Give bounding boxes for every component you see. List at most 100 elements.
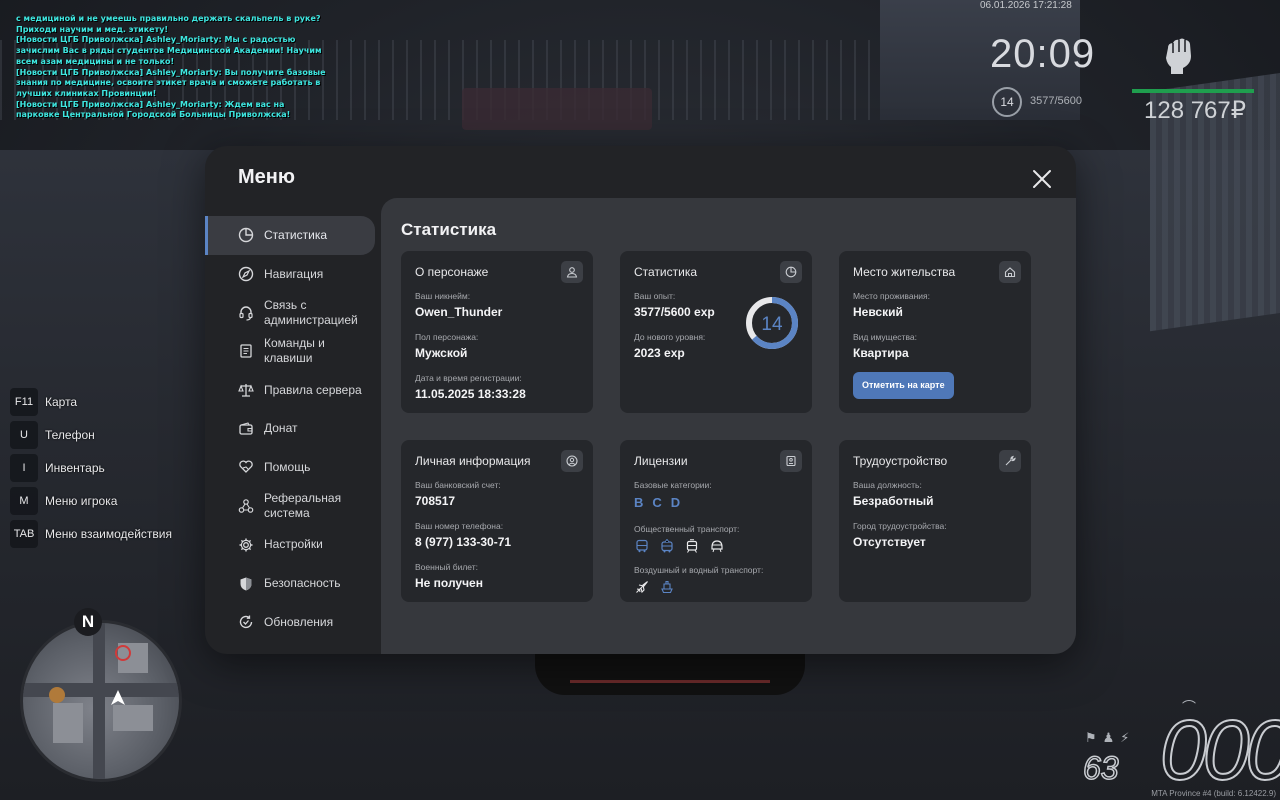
level-progress-ring: 14 — [746, 297, 798, 349]
residence-value: Невский — [853, 305, 903, 319]
sidebar-item-label: Реферальная система — [264, 491, 342, 521]
air-water-licenses — [634, 579, 798, 595]
gear-icon — [237, 536, 255, 554]
sidebar-item-label: Команды и клавиши — [264, 336, 325, 366]
map-poi-icon — [115, 645, 131, 661]
keycap: M — [10, 486, 38, 515]
plane-icon — [634, 579, 650, 595]
bank-account-value: 708517 — [415, 494, 456, 508]
refresh-icon — [237, 613, 255, 631]
keycap: I — [10, 453, 38, 482]
sidebar-item-contact-admin[interactable]: Связь с администрацией — [205, 293, 381, 332]
keybind-phone: U Телефон — [10, 418, 172, 451]
sidebar-item-label: Связь с администрацией — [264, 297, 358, 327]
statistics-content: Статистика О персонаже Ваш никнейм: Owen… — [381, 198, 1076, 654]
nickname-value: Owen_Thunder — [415, 305, 503, 319]
hud-money-bar — [1132, 89, 1254, 93]
sidebar-item-security[interactable]: Безопасность — [205, 564, 381, 603]
field-label: Воздушный и водный транспорт: — [634, 565, 764, 575]
sidebar-item-label: Навигация — [264, 266, 324, 281]
keybind-interaction-menu: TAB Меню взаимодействия — [10, 517, 172, 550]
sidebar-item-help[interactable]: Помощь — [205, 448, 381, 487]
card-title: Трудоустройство — [853, 454, 948, 468]
tram — [462, 88, 652, 130]
minimap — [20, 620, 182, 782]
chat-line: [Новости ЦГБ Приволжска] Ashley_Moriarty… — [16, 99, 291, 120]
field-label: Ваш номер телефона: — [415, 521, 504, 531]
sidebar-item-donate[interactable]: Донат — [205, 409, 381, 448]
keycap: TAB — [10, 519, 38, 548]
sidebar-item-settings[interactable]: Настройки — [205, 526, 381, 565]
menu-title: Меню — [238, 166, 295, 188]
build-info: MTA Province #4 (build: 6.12422.9) — [1151, 789, 1276, 798]
gender-value: Мужской — [415, 346, 468, 360]
map-block — [113, 705, 153, 731]
sidebar-item-label: Настройки — [264, 537, 323, 552]
field-label: Пол персонажа: — [415, 332, 479, 342]
fist-icon — [1166, 38, 1191, 74]
sidebar-item-updates[interactable]: Обновления — [205, 603, 381, 642]
north-indicator: N — [74, 608, 102, 636]
card-stats: Статистика Ваш опыт: 3577/5600 exp До но… — [620, 251, 812, 413]
map-road — [93, 623, 105, 779]
card-title: Место жительства — [853, 265, 956, 279]
sidebar-item-label: Статистика — [264, 227, 328, 242]
sidebar-item-navigation[interactable]: Навигация — [205, 255, 381, 294]
card-character: О персонаже Ваш никнейм: Owen_Thunder По… — [401, 251, 593, 413]
field-label: Дата и время регистрации: — [415, 373, 522, 383]
sidebar-item-statistics[interactable]: Статистика — [205, 216, 375, 255]
field-label: Базовые категории: — [634, 480, 712, 490]
sidebar-item-label: Безопасность — [264, 576, 341, 591]
hud-money: 128 767₽ — [1144, 97, 1247, 124]
mark-on-map-button[interactable]: Отметить на карте — [853, 372, 954, 399]
hud-clock: 20:09 — [990, 32, 1096, 76]
card-title: Лицензии — [634, 454, 688, 468]
public-transport-licenses — [634, 538, 798, 554]
document-icon — [237, 342, 255, 360]
wallet-icon — [237, 420, 255, 438]
sidebar-item-label: Правила сервера — [264, 382, 362, 397]
user-circle-icon — [561, 450, 583, 472]
sidebar-item-commands[interactable]: Команды и клавиши — [205, 332, 381, 371]
heart-hand-icon — [237, 458, 255, 476]
hud-datetime: 06.01.2026 17:21:28 — [980, 0, 1072, 11]
chat-line: [Новости ЦГБ Приволжска] Ashley_Moriarty… — [16, 35, 322, 66]
id-card-icon — [780, 450, 802, 472]
chat-log: с медициной и не умеешь правильно держат… — [16, 14, 328, 121]
keybind-map: F11 Карта — [10, 385, 172, 418]
sidebar-item-label: Помощь — [264, 459, 311, 474]
keybind-label: Телефон — [45, 427, 95, 442]
keybind-player-menu: M Меню игрока — [10, 484, 172, 517]
keycap: U — [10, 420, 38, 449]
metro-icon — [709, 538, 725, 554]
registration-value: 11.05.2025 18:33:28 — [415, 387, 526, 401]
job-city-value: Отсутствует — [853, 535, 926, 549]
field-label: Вид имущества: — [853, 332, 917, 342]
boat-icon — [659, 579, 675, 595]
close-icon[interactable] — [1031, 168, 1053, 190]
sidebar-item-label: Обновления — [264, 614, 334, 629]
license-category-b: B — [634, 495, 644, 510]
map-poi-icon — [49, 687, 65, 703]
hud-level-badge: 14 — [992, 87, 1022, 117]
keybind-label: Меню игрока — [45, 493, 118, 508]
player-marker-icon — [111, 690, 125, 705]
headset-icon — [237, 304, 255, 322]
license-category-c: C — [652, 495, 662, 510]
vehicle-status-icons: ⚑♟⚡ — [1085, 730, 1136, 745]
keybind-label: Карта — [45, 394, 78, 409]
military-id-value: Не получен — [415, 576, 483, 590]
sidebar-item-rules[interactable]: Правила сервера — [205, 371, 381, 410]
field-label: Ваша должность: — [853, 480, 922, 490]
field-label: Ваш банковский счет: — [415, 480, 501, 490]
field-label: Общественный транспорт: — [634, 524, 740, 534]
sidebar-item-referral[interactable]: Реферальная система — [205, 487, 381, 526]
home-icon — [999, 261, 1021, 283]
card-title: Статистика — [634, 265, 698, 279]
pie-chart-icon — [237, 226, 255, 244]
car-taillight — [570, 680, 770, 683]
pie-chart-icon — [780, 261, 802, 283]
field-label: Место проживания: — [853, 291, 930, 301]
position-value: Безработный — [853, 494, 934, 508]
license-category-d: D — [670, 495, 681, 510]
